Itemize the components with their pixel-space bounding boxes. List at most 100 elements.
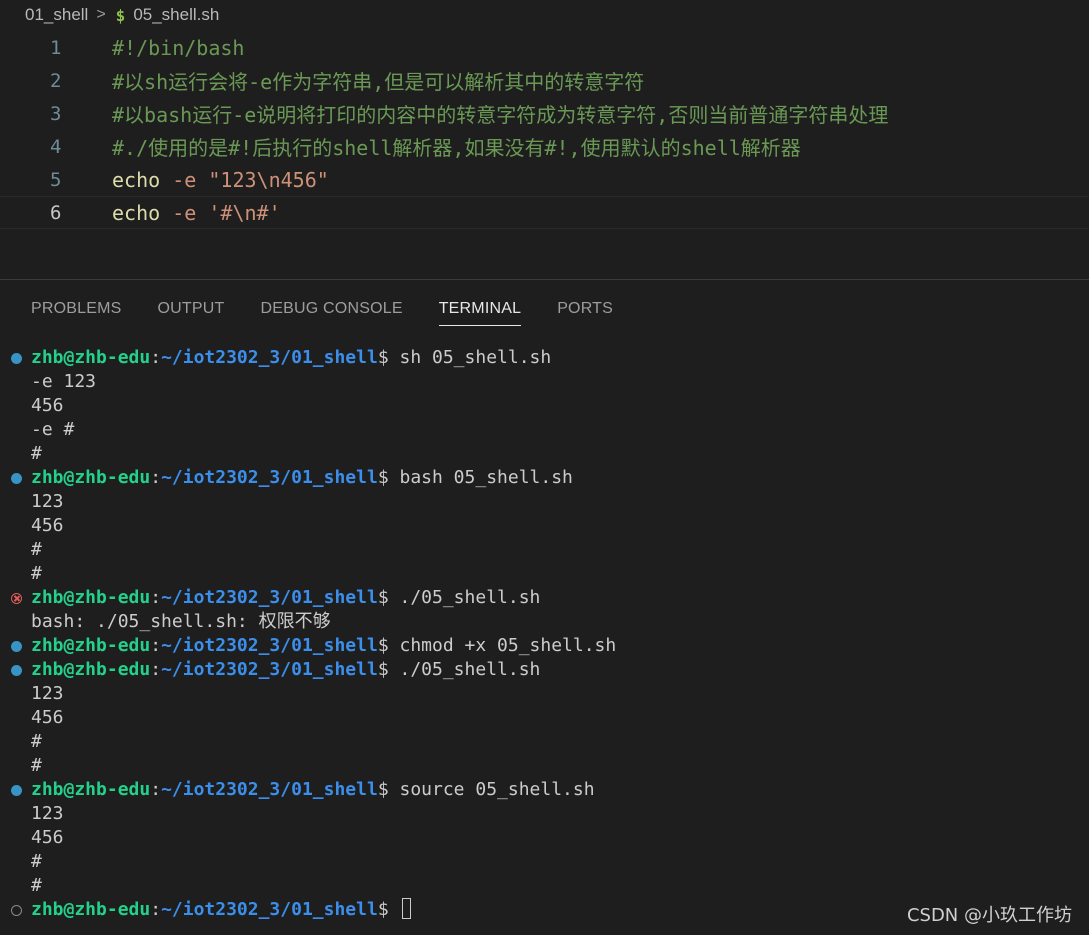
code-line[interactable]: 3 #以bash运行-e说明将打印的内容中的转意字符成为转意字符,否则当前普通字符… xyxy=(0,97,1089,130)
watermark: CSDN @小玖工作坊 xyxy=(906,905,1072,926)
command-success-icon[interactable] xyxy=(11,641,22,652)
prompt-dollar: $ xyxy=(377,779,389,800)
terminal-output-line: 123 xyxy=(0,490,1089,514)
command-text: source 05_shell.sh xyxy=(388,779,595,800)
command-success-icon[interactable] xyxy=(11,353,22,364)
code-editor[interactable]: 1 #!/bin/bash 2 #以sh运行会将-e作为字符串,但是可以解析其中的转意… xyxy=(0,30,1089,278)
command-pending-icon[interactable] xyxy=(11,905,22,916)
tab-debug-console[interactable]: DEBUG CONSOLE xyxy=(261,292,403,326)
terminal-command-line: zhb@zhb-edu:~/iot2302_3/01_shell$ ./05_s… xyxy=(0,658,1089,682)
code-token-comment: #!/bin/bash xyxy=(112,35,245,60)
output-text: # xyxy=(31,563,42,584)
output-text: # xyxy=(31,755,42,776)
terminal-cursor xyxy=(401,898,411,919)
breadcrumb-chevron-icon: > xyxy=(96,6,106,23)
breadcrumb-folder[interactable]: 01_shell xyxy=(25,5,88,25)
line-number: 6 xyxy=(50,201,62,224)
command-text xyxy=(389,899,400,920)
terminal-command-line: zhb@zhb-edu:~/iot2302_3/01_shell$ source… xyxy=(0,778,1089,802)
prompt-user: zhb@zhb-edu xyxy=(31,467,151,488)
command-error-icon[interactable] xyxy=(11,593,22,604)
prompt-dollar: $ xyxy=(377,467,389,488)
line-number: 3 xyxy=(50,102,62,125)
code-token-comment: #./使用的是#!后执行的shell解析器,如果没有#!,使用默认的shell解… xyxy=(112,136,801,160)
prompt-colon: : xyxy=(150,635,162,656)
code-token-comment: #以sh运行会将-e作为字符串,但是可以解析其中的转意字符 xyxy=(112,70,645,94)
prompt-user: zhb@zhb-edu xyxy=(31,779,151,800)
output-text: 456 xyxy=(31,515,64,536)
terminal-output-line: -e 123 xyxy=(0,370,1089,394)
panel-tabs: PROBLEMS OUTPUT DEBUG CONSOLE TERMINAL PORTS xyxy=(0,290,1089,328)
prompt-dollar: $ xyxy=(377,635,389,656)
breadcrumb: 01_shell > $ 05_shell.sh xyxy=(0,0,1089,30)
tab-problems[interactable]: PROBLEMS xyxy=(31,292,122,326)
terminal-command-line: zhb@zhb-edu:~/iot2302_3/01_shell$ sh 05_… xyxy=(0,346,1089,370)
prompt-path: ~/iot2302_3/01_shell xyxy=(161,779,378,800)
code-line[interactable]: 5 echo -e "123\n456" xyxy=(0,163,1089,196)
command-text: sh 05_shell.sh xyxy=(388,347,552,368)
tab-output[interactable]: OUTPUT xyxy=(158,292,225,326)
output-text: # xyxy=(31,851,42,872)
terminal-command-line: zhb@zhb-edu:~/iot2302_3/01_shell$ bash 0… xyxy=(0,466,1089,490)
output-text: 456 xyxy=(31,707,64,728)
line-number: 4 xyxy=(50,135,62,158)
command-text: ./05_shell.sh xyxy=(388,587,541,608)
code-line[interactable]: 6 echo -e '#\n#' xyxy=(0,196,1089,229)
prompt-colon: : xyxy=(150,659,162,680)
code-text: #以bash运行-e说明将打印的内容中的转意字符成为转意字符,否则当前普通字符串… xyxy=(112,99,888,128)
terminal-command-line: zhb@zhb-edu:~/iot2302_3/01_shell$ chmod … xyxy=(0,634,1089,658)
output-text: 123 xyxy=(31,683,64,704)
prompt-user: zhb@zhb-edu xyxy=(31,659,151,680)
code-text: #!/bin/bash xyxy=(112,36,244,60)
terminal-output-line: # xyxy=(0,730,1089,754)
prompt-user: zhb@zhb-edu xyxy=(31,635,151,656)
code-line[interactable]: 1 #!/bin/bash xyxy=(0,31,1089,64)
command-success-icon[interactable] xyxy=(11,665,22,676)
panel-divider[interactable] xyxy=(0,279,1089,280)
line-number: 1 xyxy=(50,36,62,59)
terminal-output-line: 123 xyxy=(0,682,1089,706)
prompt-user: zhb@zhb-edu xyxy=(31,587,151,608)
output-text: # xyxy=(31,539,42,560)
prompt-colon: : xyxy=(150,467,162,488)
command-text: chmod +x 05_shell.sh xyxy=(388,635,617,656)
output-text: 123 xyxy=(31,803,64,824)
output-text: 456 xyxy=(31,827,64,848)
code-line[interactable]: 2 #以sh运行会将-e作为字符串,但是可以解析其中的转意字符 xyxy=(0,64,1089,97)
prompt-path: ~/iot2302_3/01_shell xyxy=(161,347,378,368)
terminal-output-line: # xyxy=(0,538,1089,562)
terminal-output-line: 456 xyxy=(0,826,1089,850)
terminal[interactable]: zhb@zhb-edu:~/iot2302_3/01_shell$ sh 05_… xyxy=(0,346,1089,922)
code-text: echo -e "123\n456" xyxy=(112,168,329,192)
command-success-icon[interactable] xyxy=(11,473,22,484)
prompt-dollar: $ xyxy=(377,899,389,920)
code-token-flag: -e xyxy=(172,167,197,192)
tab-terminal[interactable]: TERMINAL xyxy=(438,292,522,326)
command-success-icon[interactable] xyxy=(11,785,22,796)
prompt-colon: : xyxy=(150,899,162,920)
prompt-colon: : xyxy=(150,587,162,608)
prompt-dollar: $ xyxy=(377,587,389,608)
terminal-output-line: # xyxy=(0,754,1089,778)
code-line[interactable]: 4 #./使用的是#!后执行的shell解析器,如果没有#!,使用默认的shell… xyxy=(0,130,1089,163)
prompt-path: ~/iot2302_3/01_shell xyxy=(161,587,378,608)
prompt-user: zhb@zhb-edu xyxy=(31,347,151,368)
command-text: bash 05_shell.sh xyxy=(388,467,573,488)
terminal-output-line: 456 xyxy=(0,514,1089,538)
output-text: # xyxy=(31,875,42,896)
code-token-cmd: echo xyxy=(112,200,161,225)
terminal-output-line: # xyxy=(0,442,1089,466)
line-number: 5 xyxy=(50,168,62,191)
terminal-output-line: # xyxy=(0,562,1089,586)
code-token-str: "123\n456" xyxy=(208,167,329,192)
terminal-command-line: zhb@zhb-edu:~/iot2302_3/01_shell$ ./05_s… xyxy=(0,586,1089,610)
code-token-cmd: echo xyxy=(112,167,161,192)
breadcrumb-file[interactable]: 05_shell.sh xyxy=(133,5,219,25)
prompt-colon: : xyxy=(150,779,162,800)
output-text: 123 xyxy=(31,491,64,512)
tab-ports[interactable]: PORTS xyxy=(557,292,613,326)
